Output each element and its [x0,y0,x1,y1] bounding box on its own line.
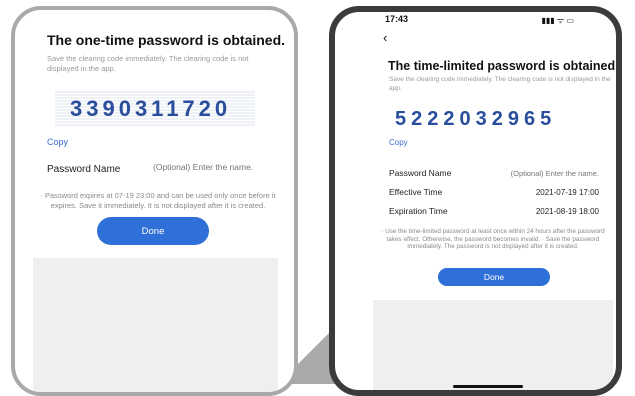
home-indicator [453,385,523,388]
status-time: 17:43 [385,14,409,24]
copy-link[interactable]: Copy [389,138,408,147]
done-button[interactable]: Done [97,217,209,245]
effective-time-label: Effective Time [389,187,443,197]
page-title: The time-limited password is obtained. [388,59,619,73]
effective-time-value: 2021-07-19 17:00 [535,187,599,197]
description-text: Save the clearing code immediately. The … [47,54,249,73]
expiry-note: · Password expires at 07-19 23:00 and ca… [40,191,276,210]
expiration-time-value: 2021-08-19 18:00 [535,206,599,216]
copy-link[interactable]: Copy [47,137,68,147]
password-name-label: Password Name [47,164,121,175]
password-name-input[interactable] [153,162,273,172]
expiration-time-label: Expiration Time [389,206,448,216]
password-name-input[interactable] [489,168,599,178]
page-title: The one-time password is obtained. [47,32,286,48]
phone-one-time-password: The one-time password is obtained. Save … [11,6,298,396]
password-name-label: Password Name [389,168,452,178]
expiration-time-row: Expiration Time 2021-08-19 18:00 [389,204,599,218]
back-icon[interactable]: ‹ [383,30,387,45]
usage-note: · Use the time-limited password at least… [381,228,605,251]
password-code: 5222032965 [395,108,557,130]
empty-panel [33,258,278,392]
status-icons: ▮▮▮ ᯤ ▭ [541,16,574,25]
description-text: Save the clearing code immediately. The … [389,76,611,92]
done-button[interactable]: Done [438,268,550,286]
phone-time-limited-password: 17:43 ▮▮▮ ᯤ ▭ ‹ The time-limited passwor… [329,6,622,396]
password-code: 3390311720 [70,96,232,121]
password-name-row: Password Name [389,166,599,180]
empty-panel [373,300,613,390]
effective-time-row: Effective Time 2021-07-19 17:00 [389,185,599,199]
